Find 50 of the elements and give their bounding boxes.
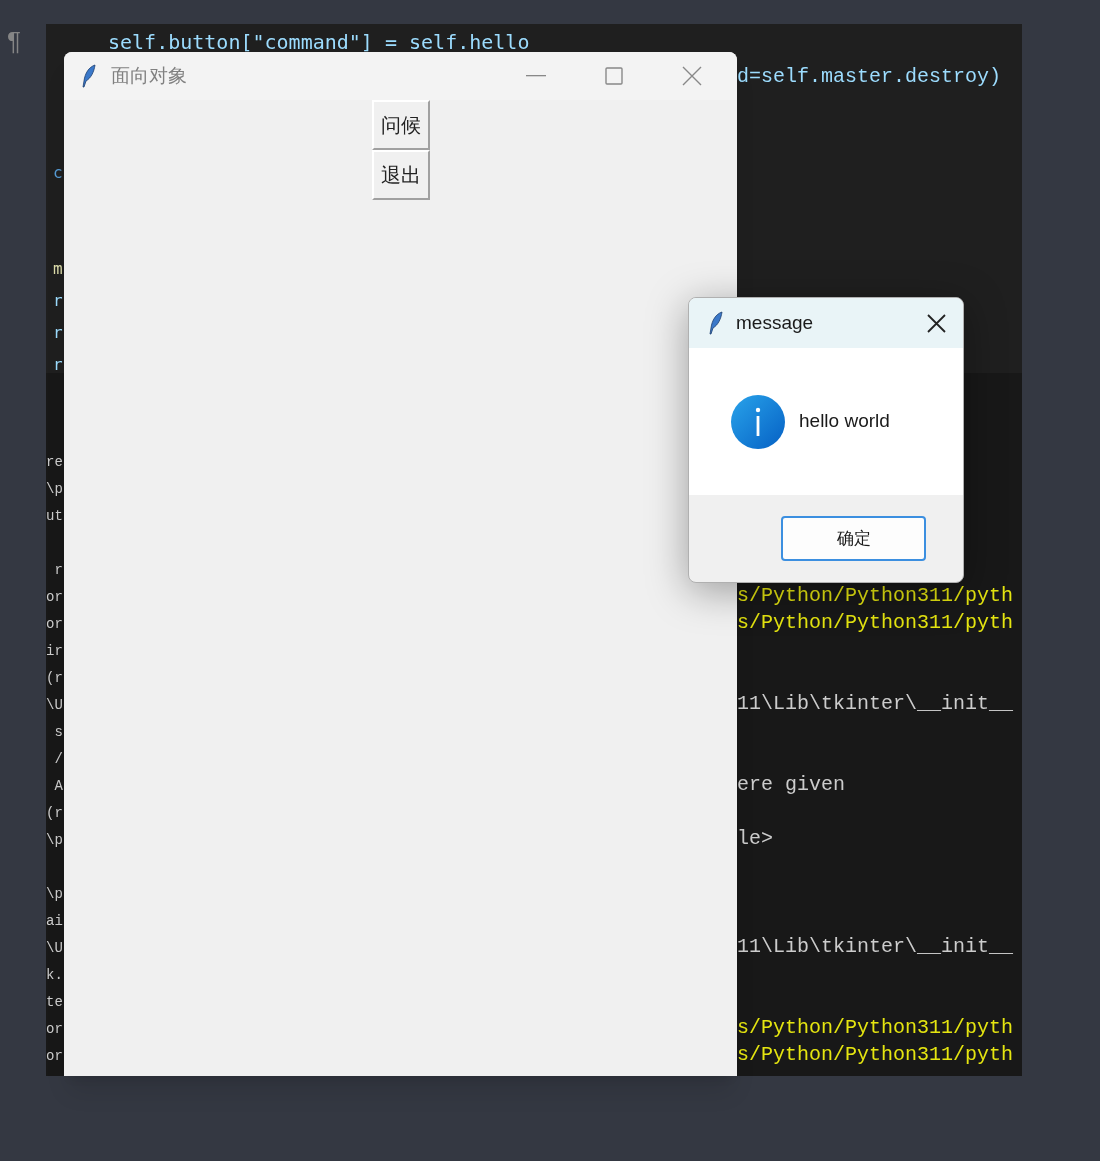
terminal-fragment: ut <box>46 507 63 524</box>
terminal-line: s/Python/Python311/pyth <box>737 1041 1014 1068</box>
terminal-fragment: \p <box>46 480 63 497</box>
terminal-fragment: ir <box>46 642 63 659</box>
code-fragment: r <box>53 323 63 342</box>
code-fragment: r <box>53 291 63 310</box>
window-title: 面向对象 <box>111 63 187 88</box>
terminal-line: s/Python/Python311/pyth <box>737 1014 1014 1041</box>
terminal-fragment: \U <box>46 696 63 713</box>
terminal-fragment: or <box>46 1020 63 1037</box>
dialog-title: message <box>736 310 814 335</box>
tk-button[interactable]: 问候 <box>371 100 430 150</box>
terminal-line: le> <box>737 825 773 852</box>
close-button[interactable] <box>925 312 947 334</box>
code-fragment: r <box>53 355 63 374</box>
code-fragment: m <box>53 259 63 278</box>
terminal-line: s/Python/Python311/pyth <box>737 582 1014 609</box>
terminal-line: 11\Lib\tkinter\__init__ <box>737 690 1014 717</box>
feather-icon <box>708 311 724 335</box>
code-line: d=self.master.destroy) <box>737 64 1002 90</box>
terminal-fragment: k. <box>46 966 63 983</box>
message-text: hello world <box>799 409 890 434</box>
maximize-icon <box>605 67 623 85</box>
terminal-fragment: A <box>53 777 63 794</box>
terminal-fragment: or <box>46 615 63 632</box>
terminal-fragment: or <box>46 1047 63 1064</box>
terminal-fragment: te <box>46 993 63 1010</box>
terminal-fragment: r <box>53 561 63 578</box>
close-icon <box>926 313 946 333</box>
ok-button[interactable]: 确定 <box>781 516 926 561</box>
tk-button[interactable]: 退出 <box>371 150 430 200</box>
info-icon <box>731 394 785 449</box>
terminal-line: ere given <box>737 771 846 798</box>
terminal-fragment: re <box>46 453 63 470</box>
terminal-fragment: / <box>53 750 63 767</box>
terminal-fragment: \p <box>46 831 63 848</box>
terminal-fragment: or <box>46 588 63 605</box>
terminal-fragment: \U <box>46 939 63 956</box>
terminal-fragment: ai <box>46 912 63 929</box>
terminal-fragment: (r <box>46 804 63 821</box>
minimize-icon <box>526 75 546 77</box>
terminal-fragment: (r <box>46 669 63 686</box>
terminal-line: 11\Lib\tkinter\__init__ <box>737 933 1014 960</box>
terminal-line: s/Python/Python311/pyth <box>737 609 1014 636</box>
terminal-fragment: \p <box>46 885 63 902</box>
code-fragment: c <box>53 163 63 182</box>
code-line: self.button["command"] = self.hello <box>108 32 530 52</box>
feather-icon <box>81 64 97 88</box>
close-icon <box>682 66 702 86</box>
terminal-fragment: s <box>53 723 63 740</box>
